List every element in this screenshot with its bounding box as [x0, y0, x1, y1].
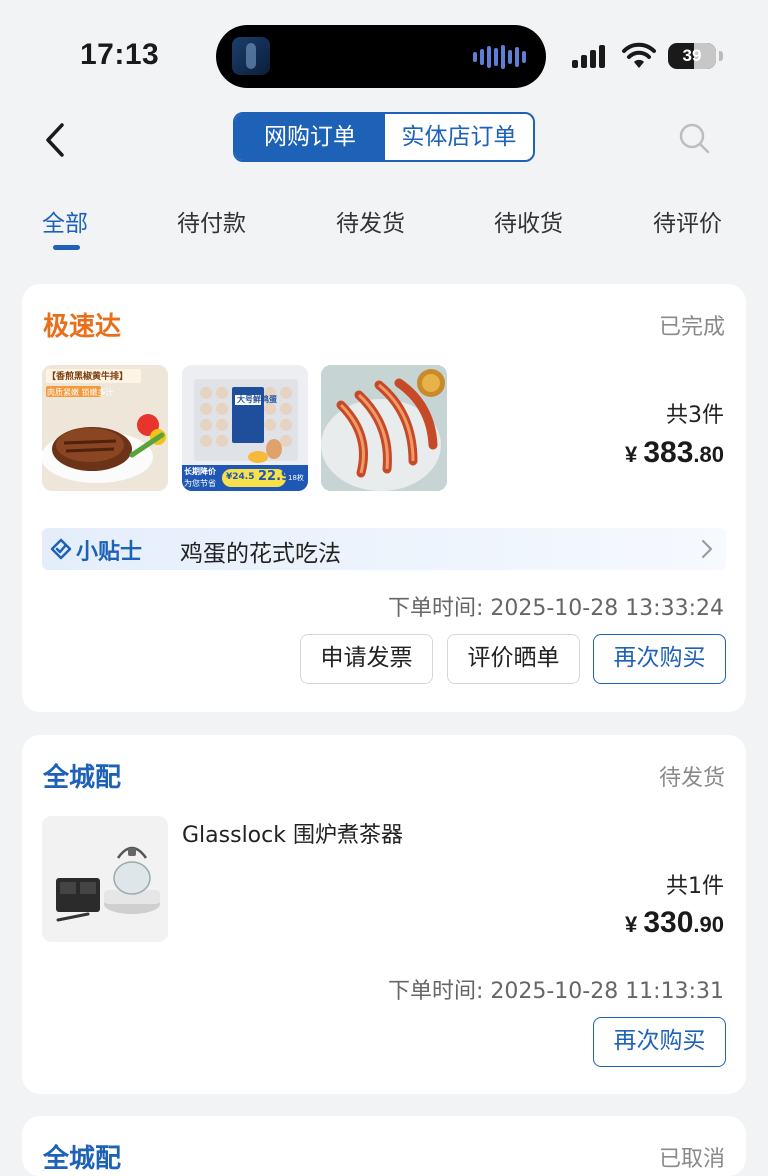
product-thumbnail-shrimp[interactable] — [321, 365, 447, 491]
status-bar: 17:13 39 — [0, 0, 768, 110]
status-time: 17:13 — [80, 38, 160, 71]
segment-store-orders[interactable]: 实体店订单 — [385, 114, 533, 160]
segment-online-orders[interactable]: 网购订单 — [235, 114, 385, 160]
order-total-price: ¥ 330.90 — [625, 906, 724, 940]
delivery-type-label: 全城配 — [43, 1144, 122, 1174]
item-count: 共3件 — [666, 403, 724, 428]
back-arrow-icon[interactable] — [40, 120, 72, 160]
search-icon[interactable] — [676, 120, 712, 156]
currency-symbol: ¥ — [624, 442, 638, 467]
battery-level: 39 — [682, 46, 702, 65]
tab-pending-payment[interactable]: 待付款 — [177, 204, 246, 238]
steak-image — [42, 365, 168, 491]
steak-banner-text: 【香煎黑椒黄牛排】 — [47, 372, 129, 382]
product-thumbnail-tea-stove[interactable] — [42, 816, 168, 942]
product-thumbnail-steak[interactable]: 【香煎黑椒黄牛排】 肉质紧嫩 锁嫩多汁 — [42, 365, 168, 491]
tips-text: 鸡蛋的花式吃法 — [180, 541, 341, 567]
order-card[interactable]: 全城配 已取消 — [22, 1116, 746, 1176]
product-name: Glasslock 围炉煮茶器 — [182, 823, 403, 848]
order-source-segmented-control: 网购订单 实体店订单 — [233, 112, 535, 162]
item-count: 共1件 — [666, 874, 724, 899]
cellular-signal-icon — [572, 45, 605, 68]
delivery-type-label: 全城配 — [43, 763, 122, 793]
review-order-button[interactable]: 评价晒单 — [447, 634, 580, 684]
price-decimal: .90 — [693, 912, 724, 937]
egg-new-price: 22.9 — [258, 469, 291, 484]
egg-tag2-text: 为您节省 — [184, 479, 216, 488]
egg-brand-text: 大号鲜鸡蛋 — [237, 395, 277, 404]
egg-old-price: ¥24.5 — [226, 472, 255, 482]
dynamic-island[interactable] — [216, 25, 546, 88]
price-decimal: .80 — [693, 442, 724, 467]
request-invoice-button[interactable]: 申请发票 — [300, 634, 433, 684]
tips-banner[interactable]: 小贴士 鸡蛋的花式吃法 — [42, 528, 726, 570]
tab-pending-receipt[interactable]: 待收货 — [494, 204, 563, 238]
order-time: 下单时间: 2025-10-28 13:33:24 — [387, 596, 724, 621]
tab-pending-review[interactable]: 待评价 — [653, 204, 722, 238]
egg-count: 18枚 — [288, 474, 304, 482]
order-status: 待发货 — [658, 766, 725, 791]
chevron-right-icon — [702, 540, 712, 558]
wifi-icon — [622, 42, 656, 68]
product-thumbnail-eggs[interactable]: 大号鲜鸡蛋 长期降价 为您节省 ¥24.5 22.9 18枚 — [182, 365, 308, 491]
order-status: 已取消 — [658, 1147, 725, 1172]
price-integer: 383 — [643, 436, 694, 469]
grilled-shrimp-image — [321, 365, 447, 491]
audio-wave-icon — [473, 45, 526, 69]
order-total-price: ¥ 383.80 — [625, 436, 724, 470]
tab-all[interactable]: 全部 — [42, 204, 88, 238]
order-status-tabs: 全部 待付款 待发货 待收货 待评价 — [0, 196, 768, 256]
price-integer: 330 — [643, 906, 694, 939]
order-card[interactable]: 极速达 已完成 【香煎黑椒黄牛排】 肉质紧嫩 锁嫩多汁 大号鲜鸡蛋 长期降价 为… — [22, 284, 746, 712]
buy-again-button[interactable]: 再次购买 — [593, 1017, 726, 1067]
order-status: 已完成 — [658, 315, 725, 340]
tips-diamond-icon — [50, 538, 72, 560]
now-playing-artwork — [232, 37, 270, 75]
egg-tag-text: 长期降价 — [184, 467, 216, 476]
battery-icon: 39 — [668, 43, 716, 69]
buy-again-button[interactable]: 再次购买 — [593, 634, 726, 684]
steak-sub-text: 肉质紧嫩 锁嫩多汁 — [47, 388, 114, 397]
delivery-type-label: 极速达 — [43, 312, 122, 342]
tea-stove-image — [42, 816, 168, 942]
active-tab-indicator — [53, 245, 80, 250]
order-time: 下单时间: 2025-10-28 11:13:31 — [387, 979, 724, 1004]
battery-cap — [719, 51, 723, 61]
currency-symbol: ¥ — [624, 912, 638, 937]
nav-bar: 网购订单 实体店订单 — [0, 110, 768, 170]
tips-label: 小贴士 — [76, 540, 143, 565]
order-card[interactable]: 全城配 待发货 Glasslock 围炉煮茶器 共1件 ¥ 330.90 下单时… — [22, 735, 746, 1094]
tab-pending-shipment[interactable]: 待发货 — [336, 204, 405, 238]
